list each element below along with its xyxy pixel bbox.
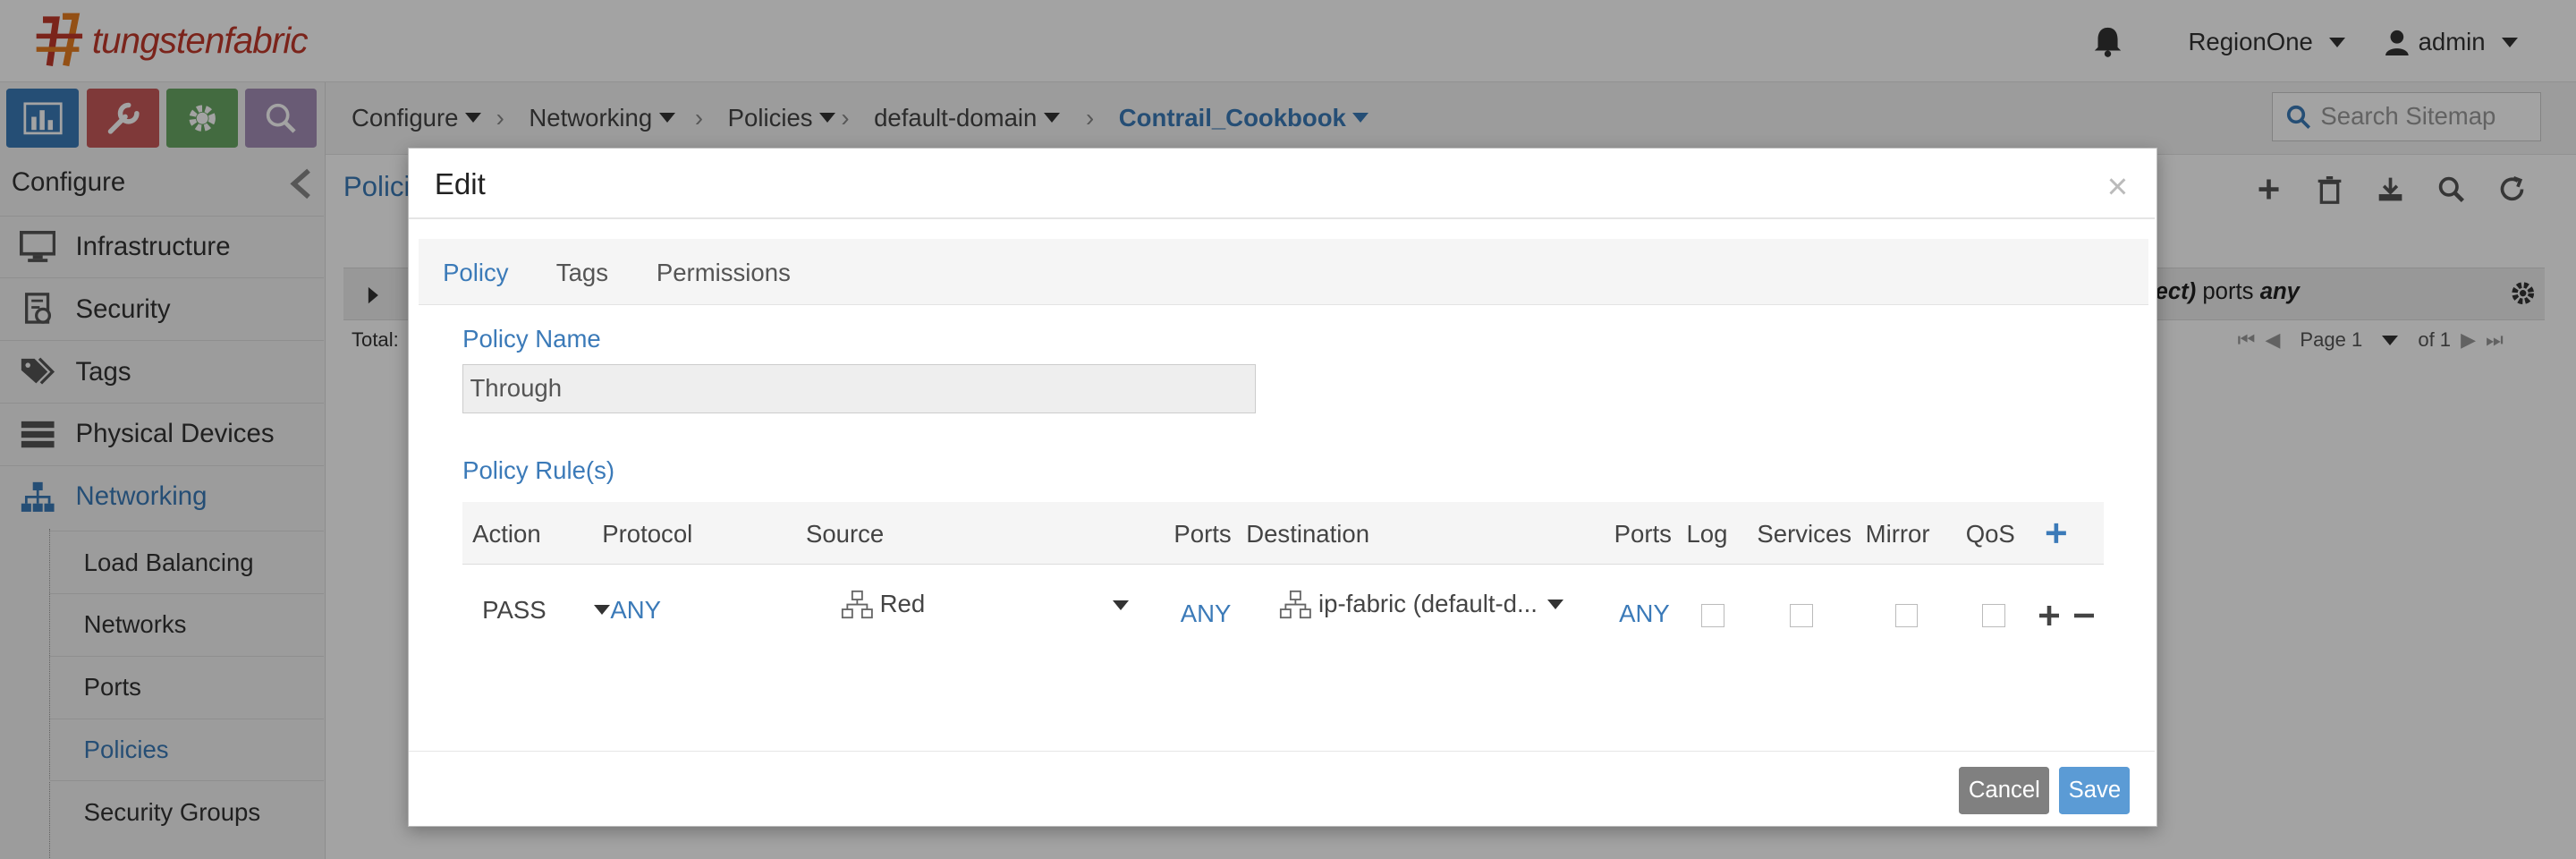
log-checkbox[interactable] xyxy=(1700,604,1724,627)
rules-table-header: Action Protocol Source Ports Destination… xyxy=(462,502,2104,565)
remove-row-icon[interactable] xyxy=(2073,606,2094,625)
column-header: Services xyxy=(1757,520,1852,549)
divider xyxy=(408,750,2155,753)
column-header: Protocol xyxy=(602,520,693,549)
chevron-down-icon xyxy=(1113,600,1130,611)
action-select[interactable]: PASS xyxy=(482,596,610,625)
services-checkbox[interactable] xyxy=(1790,604,1813,627)
protocol-field[interactable]: ANY xyxy=(610,596,661,625)
divider xyxy=(408,217,2155,220)
source-select[interactable]: Red xyxy=(841,590,1130,619)
column-header: Destination xyxy=(1246,520,1370,549)
add-row-icon[interactable] xyxy=(2039,605,2060,625)
column-header: Log xyxy=(1686,520,1728,549)
policy-rules-label: Policy Rule(s) xyxy=(462,455,615,484)
edit-dialog: Edit × Policy Tags Permissions Policy Na… xyxy=(407,148,2157,827)
destination-ports-field[interactable]: ANY xyxy=(1619,600,1670,628)
action-value: PASS xyxy=(482,595,547,624)
tab-tags[interactable]: Tags xyxy=(556,259,608,287)
network-icon xyxy=(841,590,873,618)
tab-permissions[interactable]: Permissions xyxy=(657,259,791,287)
cancel-button[interactable]: Cancel xyxy=(1959,766,2050,815)
qos-checkbox[interactable] xyxy=(1982,604,2005,627)
column-header: Mirror xyxy=(1865,520,1930,549)
source-ports-field[interactable]: ANY xyxy=(1181,600,1232,628)
dialog-title: Edit xyxy=(434,168,486,202)
close-icon[interactable]: × xyxy=(2107,166,2129,208)
destination-value: ip-fabric (default-d... xyxy=(1318,590,1538,618)
column-header: Ports xyxy=(1174,520,1232,549)
source-value: Red xyxy=(879,590,926,618)
network-icon xyxy=(1279,590,1311,618)
mirror-checkbox[interactable] xyxy=(1894,604,1919,627)
destination-select[interactable]: ip-fabric (default-d... xyxy=(1279,590,1566,619)
rule-row: PASS ANY Red ANY ip-fabric (default-d...… xyxy=(462,565,2104,663)
policy-name-field[interactable] xyxy=(462,363,1257,413)
column-header: QoS xyxy=(1965,520,2015,549)
policy-name-label: Policy Name xyxy=(462,324,601,353)
dialog-tabs: Policy Tags Permissions xyxy=(418,239,2148,305)
chevron-down-icon xyxy=(1546,599,1563,609)
save-button[interactable]: Save xyxy=(2059,766,2131,815)
column-header: Ports xyxy=(1614,520,1672,549)
tab-policy[interactable]: Policy xyxy=(443,259,508,287)
add-rule-icon[interactable] xyxy=(2045,522,2068,545)
chevron-down-icon xyxy=(593,605,610,616)
column-header: Source xyxy=(805,520,885,549)
column-header: Action xyxy=(472,520,541,549)
